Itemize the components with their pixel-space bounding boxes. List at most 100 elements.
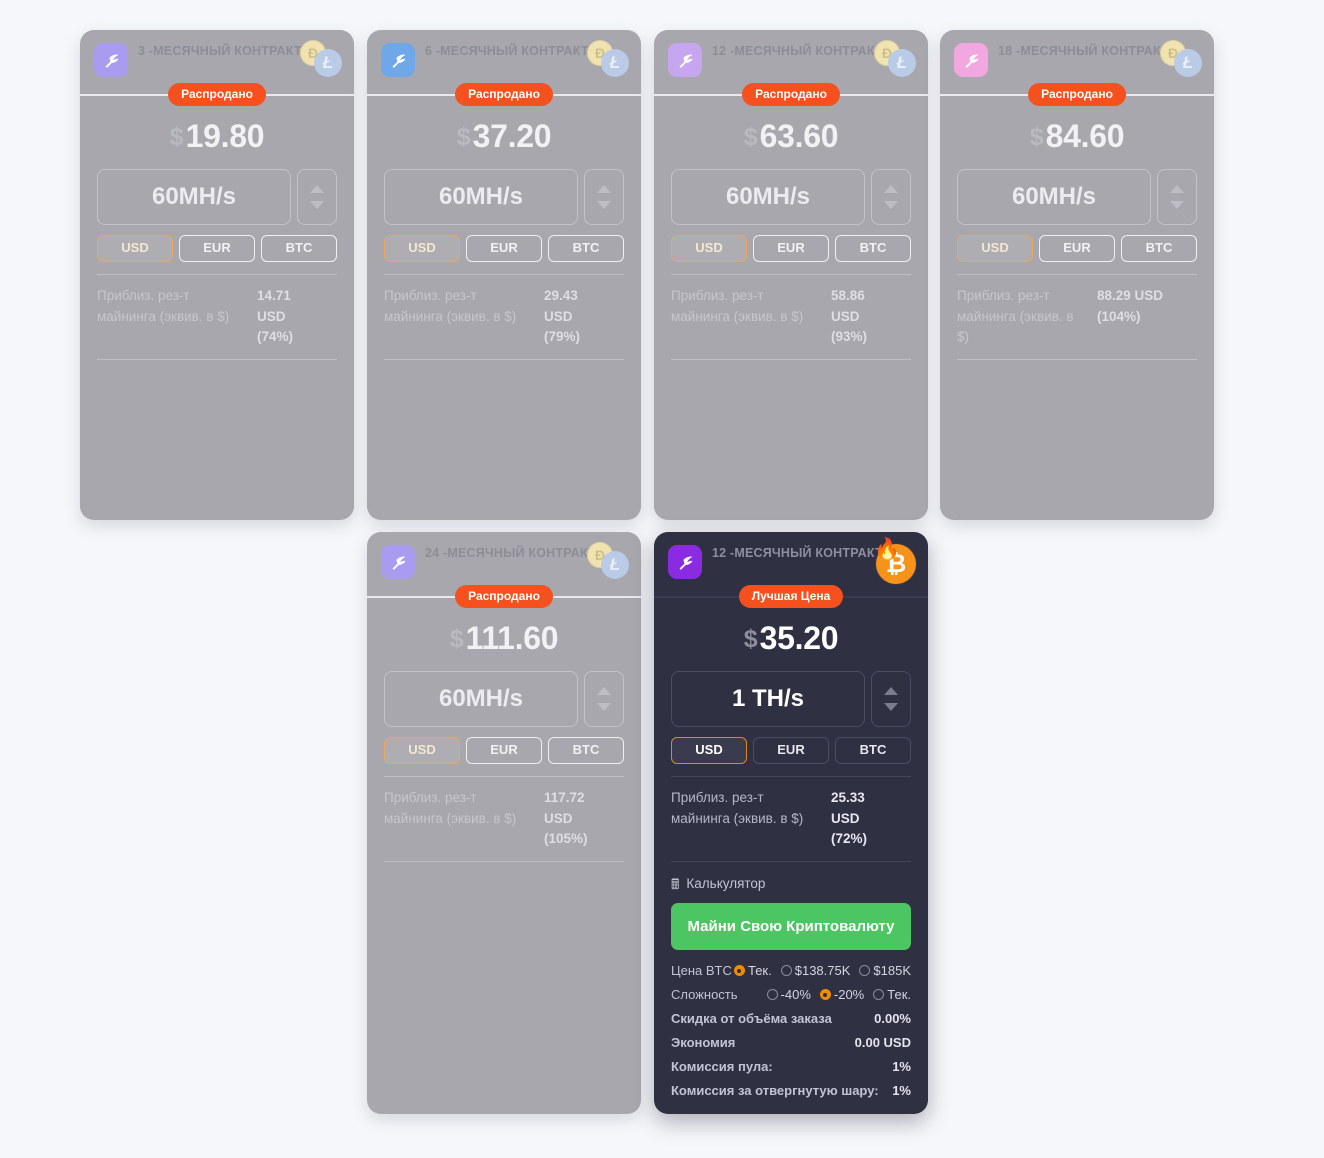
hashrate-spinner[interactable] [297, 169, 337, 225]
difficulty-option-1[interactable]: -20% [819, 987, 864, 1002]
hashrate-value[interactable]: 60MH/s [384, 169, 578, 225]
currency-tab-btc[interactable]: BTC [835, 235, 911, 263]
currency-tab-btc[interactable]: BTC [548, 235, 624, 263]
hashrate-spinner[interactable] [871, 169, 911, 225]
contract-card-contract-6m[interactable]: 6 -МЕСЯЧНЫЙ КОНТРАКТ ÐŁ Распродано $37.2… [367, 30, 641, 520]
currency-tab-usd[interactable]: USD [384, 235, 460, 263]
hashrate-spinner[interactable] [584, 671, 624, 727]
currency-tabs[interactable]: USD EUR BTC [957, 235, 1197, 263]
stepper-down-icon[interactable] [884, 200, 898, 209]
hashrate-stepper[interactable]: 60MH/s [97, 169, 337, 225]
stepper-up-icon[interactable] [597, 185, 611, 194]
contract-card-contract-18m[interactable]: 18 -МЕСЯЧНЫЙ КОНТРАКТ ÐŁ Распродано $84.… [940, 30, 1214, 520]
contract-card-contract-12m[interactable]: 12 -МЕСЯЧНЫЙ КОНТРАКТ ÐŁ Распродано $63.… [654, 30, 928, 520]
hashrate-spinner[interactable] [871, 671, 911, 727]
currency-tab-btc[interactable]: BTC [548, 737, 624, 765]
currency-tab-btc[interactable]: BTC [835, 737, 911, 765]
contract-card-contract-3m[interactable]: 3 -МЕСЯЧНЫЙ КОНТРАКТ ÐŁ Распродано $19.8… [80, 30, 354, 520]
radio-icon[interactable] [766, 989, 778, 1001]
difficulty-options[interactable]: -40% -20% Тек. [738, 987, 911, 1002]
currency-tab-usd[interactable]: USD [957, 235, 1033, 263]
hashrate-value[interactable]: 60MH/s [671, 169, 865, 225]
mining-result-line: 58.86 [831, 288, 865, 304]
stepper-up-icon[interactable] [597, 687, 611, 696]
hashrate-spinner[interactable] [1157, 169, 1197, 225]
mining-result-value: 58.86 USD (93%) [831, 286, 911, 347]
coin-badges: ₿ 🔥 [872, 539, 918, 584]
hashrate-stepper[interactable]: 60MH/s [671, 169, 911, 225]
currency-tab-eur[interactable]: EUR [753, 235, 829, 263]
currency-tab-usd[interactable]: USD [671, 235, 747, 263]
currency-tab-usd[interactable]: USD [671, 737, 747, 765]
contract-card-contract-12m-btc[interactable]: 12 -МЕСЯЧНЫЙ КОНТРАКТ ₿ 🔥 Лучшая Цена $35… [654, 532, 928, 1114]
currency-tabs[interactable]: USD EUR BTC [384, 235, 624, 263]
price-currency-symbol: $ [743, 625, 758, 653]
currency-tab-eur[interactable]: EUR [1039, 235, 1115, 263]
stepper-up-icon[interactable] [1170, 185, 1184, 194]
hashrate-value[interactable]: 60MH/s [957, 169, 1151, 225]
mining-result-line: (79%) [544, 328, 581, 344]
fee-value: 1% [892, 1059, 911, 1075]
mining-result-line: 14.71 [257, 288, 291, 304]
hashrate-stepper[interactable]: 1 TH/s [671, 671, 911, 727]
result-divider [957, 359, 1197, 361]
radio-icon[interactable] [819, 989, 831, 1001]
hashrate-value[interactable]: 60MH/s [384, 671, 578, 727]
difficulty-option-2[interactable]: Тек. [873, 987, 911, 1002]
radio-icon[interactable] [733, 965, 745, 977]
stepper-down-icon[interactable] [597, 702, 611, 711]
stepper-up-icon[interactable] [884, 687, 898, 696]
stepper-up-icon[interactable] [884, 185, 898, 194]
currency-tab-usd[interactable]: USD [97, 235, 173, 263]
difficulty-option-0[interactable]: -40% [766, 987, 811, 1003]
btc-price-options[interactable]: Тек. $138.75K $185K [732, 963, 911, 978]
litecoin-icon: Ł [601, 551, 629, 579]
radio-icon[interactable] [873, 989, 885, 1001]
currency-tab-btc[interactable]: BTC [261, 235, 337, 263]
stepper-down-icon[interactable] [597, 200, 611, 209]
sold-out-badge: Распродано [168, 83, 266, 106]
mining-result-line: USD [544, 308, 573, 324]
btc-price-option-2[interactable]: $185K [859, 963, 911, 978]
currency-tab-btc[interactable]: BTC [1121, 235, 1197, 263]
currency-tabs[interactable]: USD EUR BTC [671, 235, 911, 263]
mining-result-label: Приблиз. рез-т майнинга (эквив. в $) [384, 288, 517, 324]
calculator-heading-label: Калькулятор [686, 876, 766, 892]
fee-label: Скидка от объёма заказа [671, 1011, 832, 1027]
currency-tabs[interactable]: USD EUR BTC [384, 737, 624, 765]
mining-result-line: 29.43 [544, 288, 578, 304]
currency-tab-eur[interactable]: EUR [466, 235, 542, 263]
sold-out-badge: Распродано [455, 83, 553, 106]
contracts-page: 3 -МЕСЯЧНЫЙ КОНТРАКТ ÐŁ Распродано $19.8… [0, 0, 1324, 1158]
currency-tabs[interactable]: USD EUR BTC [671, 737, 911, 765]
sold-out-badge: Распродано [455, 585, 553, 608]
hashrate-stepper[interactable]: 60MH/s [384, 671, 624, 727]
hashrate-stepper[interactable]: 60MH/s [384, 169, 624, 225]
litecoin-icon: Ł [314, 49, 342, 77]
hashrate-spinner[interactable] [584, 169, 624, 225]
stepper-down-icon[interactable] [1170, 200, 1184, 209]
currency-tabs[interactable]: USD EUR BTC [97, 235, 337, 263]
currency-tab-eur[interactable]: EUR [753, 737, 829, 765]
mine-crypto-button[interactable]: Майни Свою Криптовалюту [671, 903, 911, 951]
contract-card-contract-24m[interactable]: 24 -МЕСЯЧНЫЙ КОНТРАКТ ÐŁ Распродано $111… [367, 532, 641, 1114]
radio-icon[interactable] [859, 965, 871, 977]
result-divider [384, 359, 624, 361]
mining-result-line: (74%) [257, 328, 294, 344]
radio-icon[interactable] [780, 965, 792, 977]
currency-tab-usd[interactable]: USD [384, 737, 460, 765]
stepper-up-icon[interactable] [310, 185, 324, 194]
result-divider [384, 861, 624, 863]
currency-tab-eur[interactable]: EUR [179, 235, 255, 263]
btc-price-option-1[interactable]: $138.75K [780, 963, 850, 978]
stepper-down-icon[interactable] [884, 702, 898, 711]
difficulty-option-label: -40% [780, 987, 811, 1003]
btc-price-option-0[interactable]: Тек. [733, 963, 772, 978]
mining-result-line: (105%) [544, 830, 588, 846]
stepper-down-icon[interactable] [310, 200, 324, 209]
hashrate-stepper[interactable]: 60MH/s [957, 169, 1197, 225]
mining-result-label: Приблиз. рез-т майнинга (эквив. в $) [671, 288, 804, 324]
hashrate-value[interactable]: 60MH/s [97, 169, 291, 225]
hashrate-value[interactable]: 1 TH/s [671, 671, 865, 727]
currency-tab-eur[interactable]: EUR [466, 737, 542, 765]
